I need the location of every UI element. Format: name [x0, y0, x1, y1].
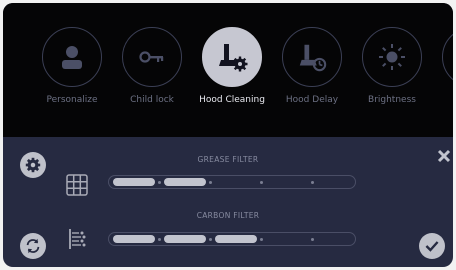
filter-level-dot [260, 238, 263, 241]
menu-item-personalize[interactable]: Personalize [37, 27, 107, 105]
filter-level-segment [215, 235, 257, 243]
carbon-filter-label: CARBON FILTER [196, 211, 260, 220]
grease-filter-label: GREASE FILTER [197, 155, 259, 164]
menu-item-child-lock[interactable]: Child lock [117, 27, 187, 105]
filter-level-dot [158, 181, 161, 184]
filter-level-dot [158, 238, 161, 241]
personalize-button[interactable] [42, 27, 102, 87]
person-icon [62, 46, 82, 69]
menu-label: L [437, 95, 453, 105]
brightness-button[interactable] [362, 27, 422, 87]
hood-gear-icon [219, 44, 248, 72]
settings-button[interactable] [20, 152, 46, 178]
filter-level-segment [113, 178, 155, 186]
hood-delay-button[interactable] [282, 27, 342, 87]
filter-level-dot [260, 181, 263, 184]
filter-level-segment [164, 235, 206, 243]
settings-menu-bar: Personalize Child lock Hood Cleaning Hoo… [3, 3, 453, 137]
menu-label: Personalize [46, 95, 98, 105]
partial-menu-button[interactable] [442, 27, 453, 87]
confirm-button[interactable] [419, 233, 445, 259]
child-lock-button[interactable] [122, 27, 182, 87]
filter-level-segment [113, 235, 155, 243]
reset-button[interactable] [20, 233, 46, 259]
filter-level-dot [311, 181, 314, 184]
sun-icon [379, 44, 405, 70]
menu-label: Hood Delay [285, 95, 339, 105]
menu-label: Brightness [368, 95, 416, 105]
grease-filter-level-bar [108, 175, 356, 189]
hood-timer-icon [299, 44, 327, 72]
menu-item-hood-cleaning[interactable]: Hood Cleaning [197, 27, 267, 105]
hood-control-screen: Personalize Child lock Hood Cleaning Hoo… [3, 3, 453, 267]
checkmark-icon [425, 241, 439, 252]
close-icon[interactable] [437, 149, 451, 163]
key-icon [139, 51, 164, 63]
menu-item-partial[interactable]: L [437, 27, 453, 105]
grease-filter-icon [66, 174, 88, 196]
refresh-icon [26, 238, 40, 254]
menu-label: Hood Cleaning [199, 95, 265, 105]
filter-level-dot [209, 238, 212, 241]
carbon-filter-level-bar [108, 232, 356, 246]
menu-item-brightness[interactable]: Brightness [357, 27, 427, 105]
hood-cleaning-button[interactable] [202, 27, 262, 87]
gear-icon [25, 157, 41, 173]
carbon-filter-icon [69, 229, 86, 249]
filter-level-dot [311, 238, 314, 241]
filter-level-dot [209, 181, 212, 184]
filter-level-segment [164, 178, 206, 186]
menu-item-hood-delay[interactable]: Hood Delay [277, 27, 347, 105]
filter-status-panel: GREASE FILTER CARBON FILTER [3, 137, 453, 267]
menu-label: Child lock [130, 95, 174, 105]
